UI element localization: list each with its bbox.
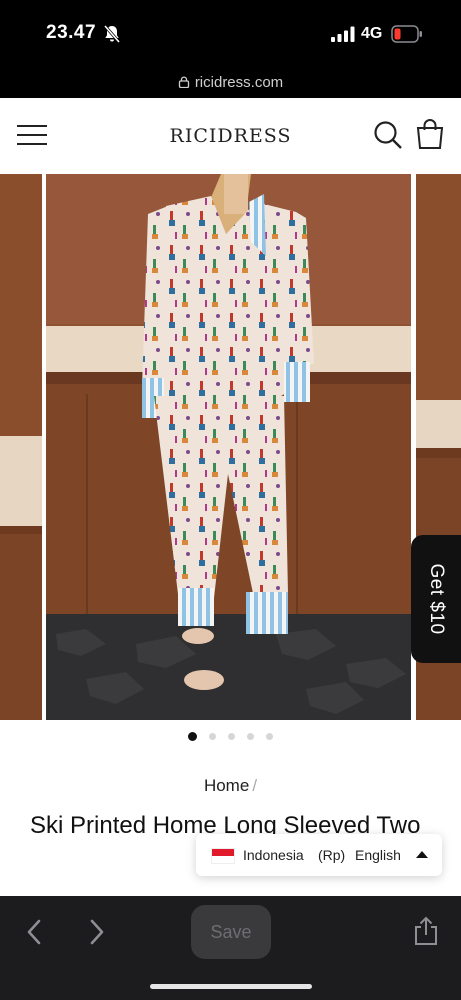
browser-toolbar: Save — [0, 896, 461, 1000]
pagination-dot-active[interactable] — [188, 732, 197, 741]
chevron-up-icon — [416, 851, 428, 858]
signal-icon — [331, 26, 355, 42]
home-indicator — [150, 984, 312, 989]
lock-icon — [178, 76, 189, 88]
selected-language: English — [355, 847, 401, 863]
pagination-dot[interactable] — [266, 733, 273, 740]
product-image-gallery[interactable]: Get $10 — [0, 174, 461, 722]
battery-low-icon — [391, 25, 422, 43]
selected-country: Indonesia — [243, 847, 304, 863]
network-type: 4G — [361, 25, 383, 42]
main-product-image[interactable] — [46, 174, 411, 720]
share-icon[interactable] — [412, 916, 440, 946]
indonesia-flag-icon — [211, 848, 235, 864]
get-discount-label: Get $10 — [426, 563, 447, 635]
breadcrumb-home-link[interactable]: Home — [204, 776, 249, 795]
gallery-pagination — [0, 732, 461, 741]
status-bar: 23.47 4G — [0, 0, 461, 66]
breadcrumb-separator: / — [252, 776, 258, 795]
pagination-dot[interactable] — [247, 733, 254, 740]
save-button[interactable]: Save — [191, 905, 271, 959]
bell-slash-icon — [103, 25, 121, 43]
selected-currency: (Rp) — [318, 847, 346, 863]
pagination-dot[interactable] — [209, 733, 216, 740]
pagination-dot[interactable] — [228, 733, 235, 740]
web-page: RICIDRESS Get $10 Home / Ski Printed Hom… — [0, 98, 461, 896]
previous-product-image[interactable] — [0, 174, 42, 720]
search-icon[interactable] — [373, 120, 403, 150]
get-discount-tab[interactable]: Get $10 — [411, 535, 461, 663]
shopping-bag-icon[interactable] — [415, 118, 445, 150]
url-text: ricidress.com — [194, 74, 284, 91]
address-bar[interactable]: ricidress.com — [0, 66, 461, 98]
status-time: 23.47 — [46, 22, 97, 43]
site-header: RICIDRESS — [0, 98, 461, 174]
forward-arrow-icon[interactable] — [88, 918, 106, 946]
country-language-selector[interactable]: Indonesia (Rp) English — [196, 834, 442, 876]
breadcrumb: Home / — [0, 776, 461, 796]
back-arrow-icon[interactable] — [25, 918, 43, 946]
